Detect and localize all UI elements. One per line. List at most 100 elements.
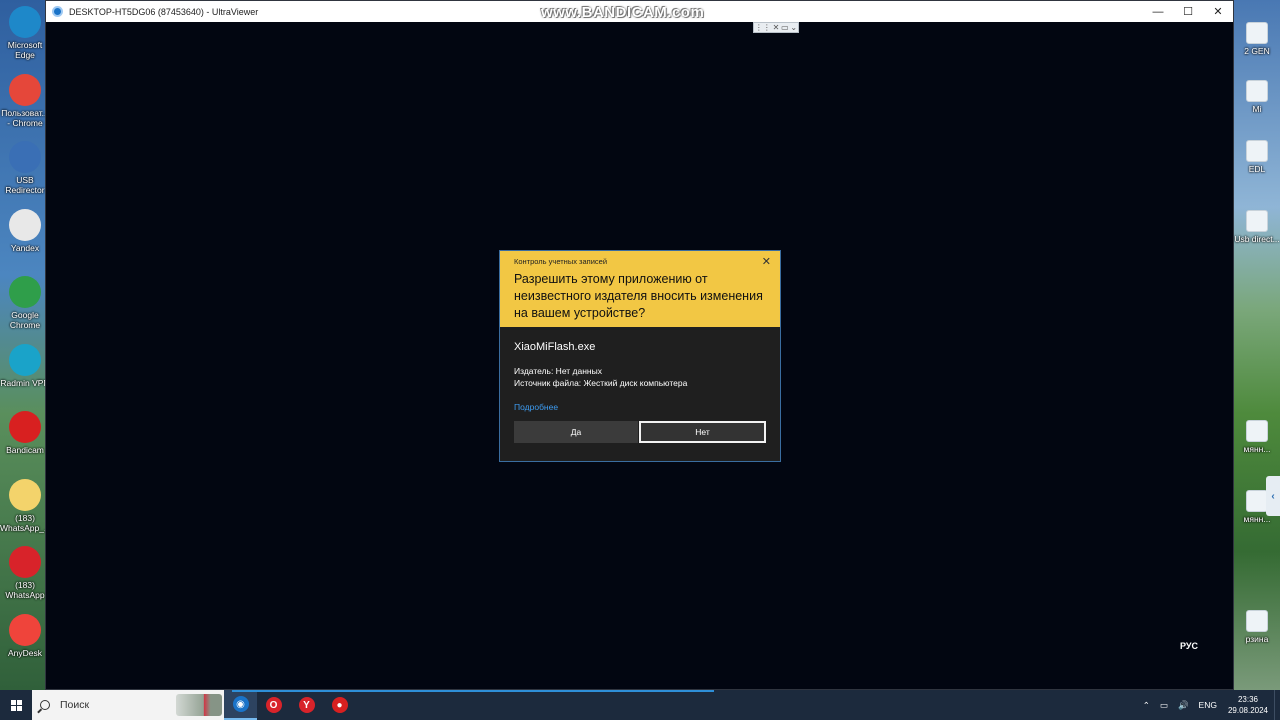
bandicam-icon: ● [331, 697, 348, 713]
desktop-shortcut[interactable]: EDL [1234, 140, 1280, 174]
uac-publisher: Издатель: Нет данных [514, 366, 602, 376]
opera-icon [9, 546, 41, 578]
taskbar-search[interactable]: Поиск [32, 690, 224, 720]
search-placeholder: Поиск [60, 699, 90, 711]
chevron-down-icon[interactable]: ⌄ [790, 23, 797, 32]
uac-question: Разрешить этому приложению от неизвестно… [514, 272, 763, 320]
desktop-left-column: Microsoft Edge Пользоват... - Chrome USB R… [0, 0, 51, 690]
taskbar-app-bandicam[interactable]: ● [323, 690, 356, 720]
taskbar-app-yandex[interactable]: Y [290, 690, 323, 720]
desktop-shortcut-label: EDL [1248, 164, 1266, 174]
desktop-shortcut[interactable]: Google Chrome [0, 276, 50, 330]
uac-buttons: Да Нет [514, 421, 766, 443]
folder-icon [9, 478, 41, 511]
uac-app-name: XiaoMiFlash.exe [514, 341, 596, 353]
ultraviewer-icon: ◉ [232, 696, 249, 712]
desktop-right-column: 2 GEN Mi EDL Usb direct... мянн... мянн... рзи… [1234, 0, 1280, 690]
bandicam-icon [9, 411, 41, 443]
close-button[interactable]: ✕ [1203, 1, 1233, 22]
desktop-shortcut[interactable]: рзина [1234, 610, 1280, 644]
search-highlight-image [176, 694, 222, 716]
toolbar-close-icon[interactable]: ✕ [773, 23, 780, 32]
clock-date: 29.08.2024 [1227, 706, 1268, 715]
uac-no-button[interactable]: Нет [639, 421, 766, 443]
uac-source: Источник файла: Жесткий диск компьютера [514, 378, 688, 388]
radmin-vpn-icon [9, 343, 41, 376]
file-icon [1246, 22, 1268, 44]
uac-more-link[interactable]: Подробнее [514, 402, 766, 412]
desktop-shortcut[interactable]: Usb direct... [1234, 210, 1280, 244]
grip-icon[interactable]: ⋮⋮ [755, 23, 771, 32]
desktop-shortcut-label: Microsoft Edge [7, 40, 43, 60]
desktop-shortcut[interactable]: Пользоват... - Chrome [0, 73, 50, 128]
ultraviewer-window: DESKTOP-HT5DG06 (87453640) - UltraViewer… [45, 0, 1234, 690]
network-icon[interactable]: ▭ [1155, 700, 1173, 711]
yandex-icon [9, 208, 41, 241]
desktop-shortcut[interactable]: Microsoft Edge [0, 6, 50, 60]
taskbar-app-ultraviewer[interactable]: ◉ [224, 690, 257, 720]
desktop-shortcut-label: Google Chrome [9, 310, 41, 330]
desktop-shortcut[interactable]: 2 GEN [1234, 22, 1280, 56]
start-button[interactable] [0, 690, 32, 720]
desktop-shortcut[interactable]: AnyDesk [0, 613, 50, 658]
file-icon [1246, 610, 1268, 632]
edge-icon [9, 6, 41, 38]
taskbar-accent-line [232, 690, 714, 692]
file-icon [1246, 490, 1268, 512]
taskbar-apps: ◉ O Y ● [224, 690, 356, 720]
desktop-shortcut[interactable]: (183) WhatsApp_... [0, 478, 51, 533]
desktop-shortcut[interactable]: Radmin VPN [0, 343, 50, 388]
screen-icon[interactable]: ▭ [781, 23, 789, 32]
opera-icon: O [265, 697, 282, 713]
uac-dialog: Контроль учетных записей ✕ Разрешить это… [499, 250, 781, 462]
ultraviewer-logo-icon [52, 6, 63, 17]
desktop-shortcut-label: Radmin VPN [0, 377, 50, 388]
taskbar-app-opera[interactable]: O [257, 690, 290, 720]
remote-screen[interactable]: Контроль учетных записей ✕ Разрешить это… [46, 22, 1233, 689]
taskbar: Поиск ◉ O Y ● ⌃ ▭ 🔊 ENG 23:36 29.08.2024 [0, 690, 1280, 720]
show-desktop-button[interactable] [1274, 690, 1280, 720]
desktop-shortcut-label: (183) WhatsApp [5, 580, 45, 600]
uac-close-icon[interactable]: ✕ [762, 255, 771, 268]
window-controls: — ☐ ✕ [1143, 1, 1233, 22]
desktop-shortcut-label: Bandicam [6, 445, 44, 455]
file-icon [1246, 420, 1268, 442]
windows-logo-icon [10, 699, 22, 711]
desktop-shortcut[interactable]: мянн... [1234, 420, 1280, 454]
minimize-button[interactable]: — [1143, 1, 1173, 22]
desktop-shortcut[interactable]: Yandex [0, 208, 50, 253]
input-language[interactable]: ENG [1194, 700, 1222, 710]
desktop-shortcut-label: Usb direct... [1234, 234, 1280, 244]
desktop-shortcut[interactable]: Mi [1234, 80, 1280, 114]
file-icon [1246, 210, 1268, 232]
uac-yes-button[interactable]: Да [514, 421, 638, 443]
window-title: DESKTOP-HT5DG06 (87453640) - UltraViewer [69, 6, 259, 17]
uac-caption: Контроль учетных записей [514, 257, 608, 266]
clock[interactable]: 23:36 29.08.2024 [1222, 694, 1274, 716]
desktop-shortcut[interactable]: (183) WhatsApp [0, 546, 50, 600]
chrome-icon [9, 276, 41, 308]
file-icon [1246, 140, 1268, 162]
desktop-shortcut[interactable]: Bandicam [0, 411, 50, 455]
desktop-shortcut-label: AnyDesk [7, 647, 42, 658]
volume-icon[interactable]: 🔊 [1173, 700, 1194, 711]
clock-time: 23:36 [1237, 695, 1258, 704]
desktop-shortcut-label: 2 GEN [1244, 46, 1270, 56]
desktop-shortcut-label: мянн... [1243, 444, 1271, 454]
desktop-shortcut-label: Пользоват... - Chrome [1, 107, 49, 128]
desktop-shortcut[interactable]: USB Redirector [0, 141, 50, 195]
file-icon [1246, 80, 1268, 102]
desktop-shortcut-label: рзина [1245, 634, 1269, 644]
uac-body: XiaoMiFlash.exe Издатель: Нет данных Ист… [500, 327, 780, 443]
uac-details: Издатель: Нет данных Источник файла: Жес… [514, 365, 766, 389]
desktop-shortcut-label: Yandex [10, 242, 40, 253]
maximize-button[interactable]: ☐ [1173, 1, 1203, 22]
tray-chevron-icon[interactable]: ⌃ [1138, 700, 1155, 711]
remote-toolbar[interactable]: ⋮⋮ ✕ ▭ ⌄ [753, 22, 799, 33]
window-titlebar[interactable]: DESKTOP-HT5DG06 (87453640) - UltraViewer… [46, 1, 1233, 22]
remote-language-indicator[interactable]: РУС [1180, 641, 1198, 651]
search-icon [40, 700, 50, 710]
collapse-panel-tab[interactable]: ‹ [1266, 476, 1280, 516]
bandicam-watermark: www.BANDICAM.com [541, 4, 705, 21]
yandex-icon: Y [298, 697, 315, 713]
